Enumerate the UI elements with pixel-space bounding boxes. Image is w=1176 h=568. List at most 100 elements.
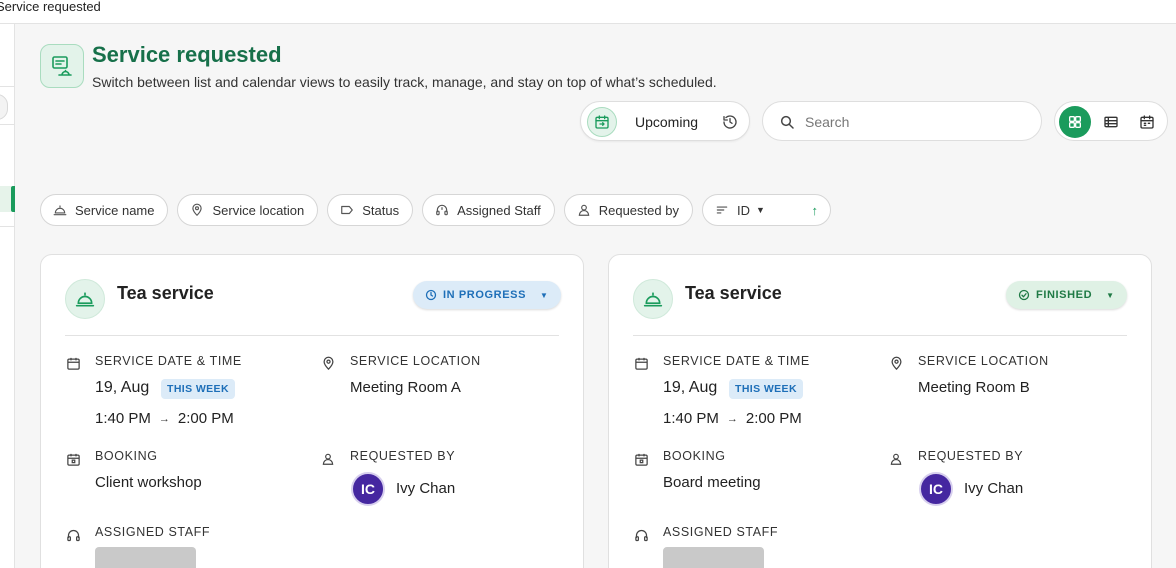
service-time: 1:40 PM → 2:00 PM (95, 410, 234, 427)
search-input[interactable] (805, 111, 1025, 133)
booking-label: BOOKING (663, 449, 726, 463)
location-pin-icon (190, 203, 204, 217)
period-switch[interactable]: Upcoming (580, 101, 750, 141)
service-request-icon (40, 44, 84, 88)
service-bell-icon (65, 279, 105, 319)
booking-name[interactable]: Client workshop (95, 474, 202, 491)
sidebar-search-pill[interactable] (0, 94, 8, 120)
requested-by-label: REQUESTED BY (918, 449, 1024, 463)
headset-icon (633, 527, 649, 543)
filter-label: Service name (75, 202, 155, 218)
headset-icon (65, 527, 81, 543)
service-card[interactable]: Tea service FINISHED ▼ SERVICE DATE & TI… (608, 254, 1152, 568)
location-pin-icon (888, 355, 904, 371)
service-location-label: SERVICE LOCATION (918, 354, 1049, 368)
assigned-staff-label: ASSIGNED STAFF (95, 525, 211, 539)
assigned-staff-placeholder (663, 547, 764, 568)
card-divider (633, 335, 1127, 336)
page-title: Service requested (92, 42, 282, 67)
filter-bar: Service name Service location Status Ass… (40, 194, 831, 226)
booking-calendar-icon (65, 451, 81, 467)
sort-lines-icon (715, 203, 729, 217)
sort-ascending-icon[interactable]: ↑ (811, 203, 818, 218)
sidebar-divider (0, 124, 15, 125)
filter-assigned-staff[interactable]: Assigned Staff (422, 194, 555, 226)
calendar-upcoming-icon[interactable] (587, 107, 617, 137)
week-badge: THIS WEEK (729, 379, 803, 399)
start-time: 1:40 PM (95, 410, 151, 427)
tag-icon (340, 203, 354, 217)
requester-name: Ivy Chan (396, 480, 456, 497)
end-time: 2:00 PM (745, 410, 802, 427)
booking-calendar-icon (633, 451, 649, 467)
service-time: 1:40 PM → 2:00 PM (663, 410, 802, 427)
service-name: Tea service (685, 283, 782, 303)
sidebar-divider (0, 226, 15, 227)
week-badge: THIS WEEK (161, 379, 235, 399)
requester-name: Ivy Chan (964, 480, 1024, 497)
calendar-icon (633, 355, 649, 371)
arrow-right-icon: → (726, 412, 738, 425)
requested-by-label: REQUESTED BY (350, 449, 456, 463)
service-date: 19, Aug (95, 379, 150, 396)
filter-label: Status (362, 202, 400, 218)
window-title: Service requested (0, 0, 101, 14)
booking-label: BOOKING (95, 449, 158, 463)
filter-requested-by[interactable]: Requested by (563, 194, 693, 226)
arrow-right-icon: → (158, 412, 170, 425)
search-icon (779, 114, 795, 130)
filter-service-name[interactable]: Service name (40, 194, 169, 226)
calendar-icon (65, 355, 81, 371)
avatar: IC (351, 472, 385, 506)
avatar: IC (919, 472, 953, 506)
caret-down-icon: ▼ (540, 290, 549, 300)
filter-service-location[interactable]: Service location (177, 194, 319, 226)
person-icon (577, 203, 591, 217)
start-time: 1:40 PM (663, 410, 719, 427)
person-icon (320, 451, 336, 467)
sidebar (0, 24, 15, 568)
service-location: Meeting Room A (350, 379, 461, 396)
sort-control[interactable]: ID ▼ ↑ (701, 194, 831, 226)
status-dropdown[interactable]: IN PROGRESS ▼ (413, 281, 561, 309)
check-circle-icon (1018, 289, 1030, 301)
view-switcher (1054, 101, 1168, 141)
service-date-time-label: SERVICE DATE & TIME (663, 354, 810, 368)
sidebar-active-indicator (11, 186, 15, 212)
booking-name[interactable]: Board meeting (663, 474, 761, 491)
filter-label: Requested by (598, 202, 679, 218)
service-bell-icon (53, 203, 67, 217)
status-label: IN PROGRESS (443, 289, 527, 301)
filter-status[interactable]: Status (327, 194, 414, 226)
assigned-staff-placeholder (95, 547, 196, 568)
service-date: 19, Aug (663, 379, 718, 396)
status-label: FINISHED (1036, 289, 1093, 301)
grid-view-icon[interactable] (1059, 106, 1091, 138)
period-label[interactable]: Upcoming (635, 114, 698, 130)
calendar-view-icon[interactable] (1131, 106, 1163, 138)
assigned-staff-label: ASSIGNED STAFF (663, 525, 779, 539)
window-title-bar: Service requested (0, 0, 1176, 24)
sort-field-label: ID (736, 202, 750, 218)
history-icon[interactable] (721, 113, 739, 131)
service-card[interactable]: Tea service IN PROGRESS ▼ SERVICE DATE &… (40, 254, 584, 568)
end-time: 2:00 PM (177, 410, 234, 427)
person-icon (888, 451, 904, 467)
filter-label: Service location (212, 202, 305, 218)
service-location-label: SERVICE LOCATION (350, 354, 481, 368)
caret-down-icon[interactable]: ▼ (756, 205, 765, 215)
filter-label: Assigned Staff (457, 202, 541, 218)
location-pin-icon (320, 355, 336, 371)
list-view-icon[interactable] (1095, 106, 1127, 138)
service-name: Tea service (117, 283, 214, 303)
sidebar-item-active[interactable] (0, 186, 11, 212)
service-date-time-label: SERVICE DATE & TIME (95, 354, 242, 368)
search-box[interactable] (762, 101, 1042, 141)
headset-icon (435, 203, 449, 217)
sidebar-divider (0, 86, 15, 87)
caret-down-icon: ▼ (1106, 290, 1115, 300)
status-dropdown[interactable]: FINISHED ▼ (1006, 281, 1127, 309)
page-subtitle: Switch between list and calendar views t… (92, 74, 717, 90)
card-divider (65, 335, 559, 336)
clock-icon (425, 289, 437, 301)
